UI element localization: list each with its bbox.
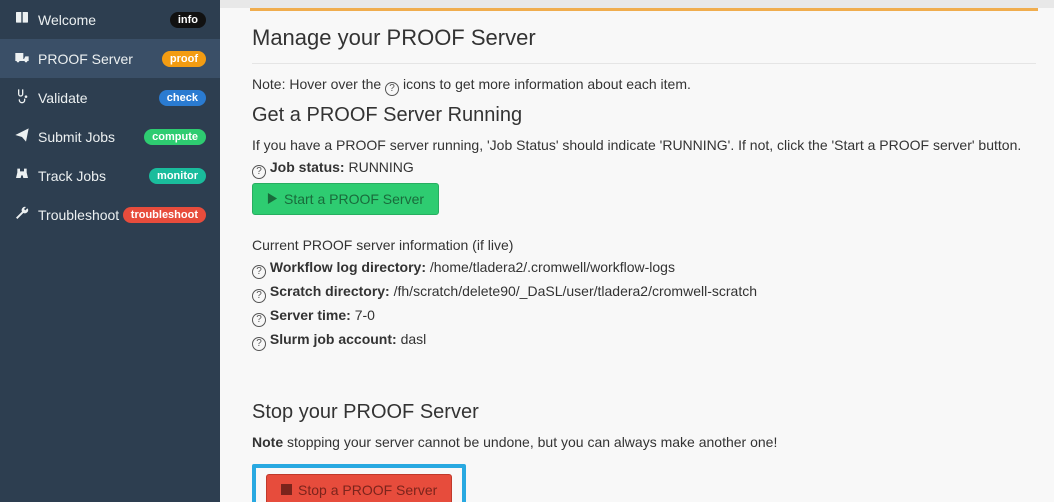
scratch-dir-label: Scratch directory: xyxy=(270,283,390,299)
help-icon[interactable]: ? xyxy=(252,313,266,327)
sidebar-item-track-jobs[interactable]: Track Jobs monitor xyxy=(0,156,220,195)
book-icon xyxy=(14,10,30,29)
server-time-line: ? Server time: 7-0 xyxy=(252,307,1036,327)
main-content: Manage your PROOF Server Note: Hover ove… xyxy=(220,0,1054,502)
sidebar-item-label: Submit Jobs xyxy=(38,129,115,145)
sidebar: Welcome info PROOF Server proof Validate… xyxy=(0,0,220,502)
sidebar-badge: check xyxy=(159,90,206,106)
scratch-dir-line: ? Scratch directory: /fh/scratch/delete9… xyxy=(252,283,1036,303)
section-title-stop: Stop your PROOF Server xyxy=(252,401,1036,424)
sidebar-badge: compute xyxy=(144,129,206,145)
binoculars-icon xyxy=(14,166,30,185)
slurm-account-label: Slurm job account: xyxy=(270,331,397,347)
server-time-value: 7-0 xyxy=(355,307,375,323)
sidebar-badge: proof xyxy=(162,51,206,67)
start-proof-server-button[interactable]: Start a PROOF Server xyxy=(252,183,439,215)
help-icon: ? xyxy=(385,82,399,96)
sidebar-item-label: Welcome xyxy=(38,12,96,28)
sidebar-item-proof-server[interactable]: PROOF Server proof xyxy=(0,39,220,78)
workflow-dir-line: ? Workflow log directory: /home/tladera2… xyxy=(252,259,1036,279)
help-icon[interactable]: ? xyxy=(252,165,266,179)
stethoscope-icon xyxy=(14,88,30,107)
sidebar-badge: monitor xyxy=(149,168,206,184)
scratch-dir-value: /fh/scratch/delete90/_DaSL/user/tladera2… xyxy=(394,283,757,299)
job-status-line: ? Job status: RUNNING xyxy=(252,159,1036,179)
hover-note: Note: Hover over the ? icons to get more… xyxy=(252,76,1036,96)
stop-icon xyxy=(281,482,292,498)
help-icon[interactable]: ? xyxy=(252,265,266,279)
top-bar xyxy=(220,0,1054,8)
sidebar-item-submit-jobs[interactable]: Submit Jobs compute xyxy=(0,117,220,156)
stop-button-label: Stop a PROOF Server xyxy=(298,482,437,498)
sidebar-badge: info xyxy=(170,12,206,28)
help-icon[interactable]: ? xyxy=(252,289,266,303)
sidebar-item-welcome[interactable]: Welcome info xyxy=(0,0,220,39)
sidebar-item-label: Track Jobs xyxy=(38,168,106,184)
stop-note-text: stopping your server cannot be undone, b… xyxy=(283,434,777,450)
accent-line xyxy=(250,8,1038,11)
stop-proof-server-button[interactable]: Stop a PROOF Server xyxy=(266,474,452,502)
sidebar-item-troubleshoot[interactable]: Troubleshoot troubleshoot xyxy=(0,195,220,234)
server-time-label: Server time: xyxy=(270,307,351,323)
current-info-label: Current PROOF server information (if liv… xyxy=(252,237,1036,253)
page-title: Manage your PROOF Server xyxy=(252,25,1036,51)
divider xyxy=(252,63,1036,64)
play-icon xyxy=(267,191,278,207)
section-title-get-running: Get a PROOF Server Running xyxy=(252,104,1036,127)
workflow-dir-label: Workflow log directory: xyxy=(270,259,426,275)
stop-note-bold: Note xyxy=(252,434,283,450)
slurm-account-value: dasl xyxy=(401,331,427,347)
section-description: If you have a PROOF server running, 'Job… xyxy=(252,137,1036,153)
sidebar-item-label: Validate xyxy=(38,90,88,106)
sidebar-badge: troubleshoot xyxy=(123,207,206,223)
job-status-value: RUNNING xyxy=(348,159,413,175)
slurm-account-line: ? Slurm job account: dasl xyxy=(252,331,1036,351)
paper-plane-icon xyxy=(14,127,30,146)
start-button-label: Start a PROOF Server xyxy=(284,191,424,207)
truck-icon xyxy=(14,49,30,68)
sidebar-item-validate[interactable]: Validate check xyxy=(0,78,220,117)
job-status-label: Job status: xyxy=(270,159,345,175)
stop-note: Note stopping your server cannot be undo… xyxy=(252,434,1036,450)
wrench-icon xyxy=(14,205,30,224)
workflow-dir-value: /home/tladera2/.cromwell/workflow-logs xyxy=(430,259,675,275)
sidebar-item-label: Troubleshoot xyxy=(38,207,119,223)
sidebar-item-label: PROOF Server xyxy=(38,51,133,67)
stop-button-highlight: Stop a PROOF Server xyxy=(252,464,466,502)
help-icon[interactable]: ? xyxy=(252,337,266,351)
